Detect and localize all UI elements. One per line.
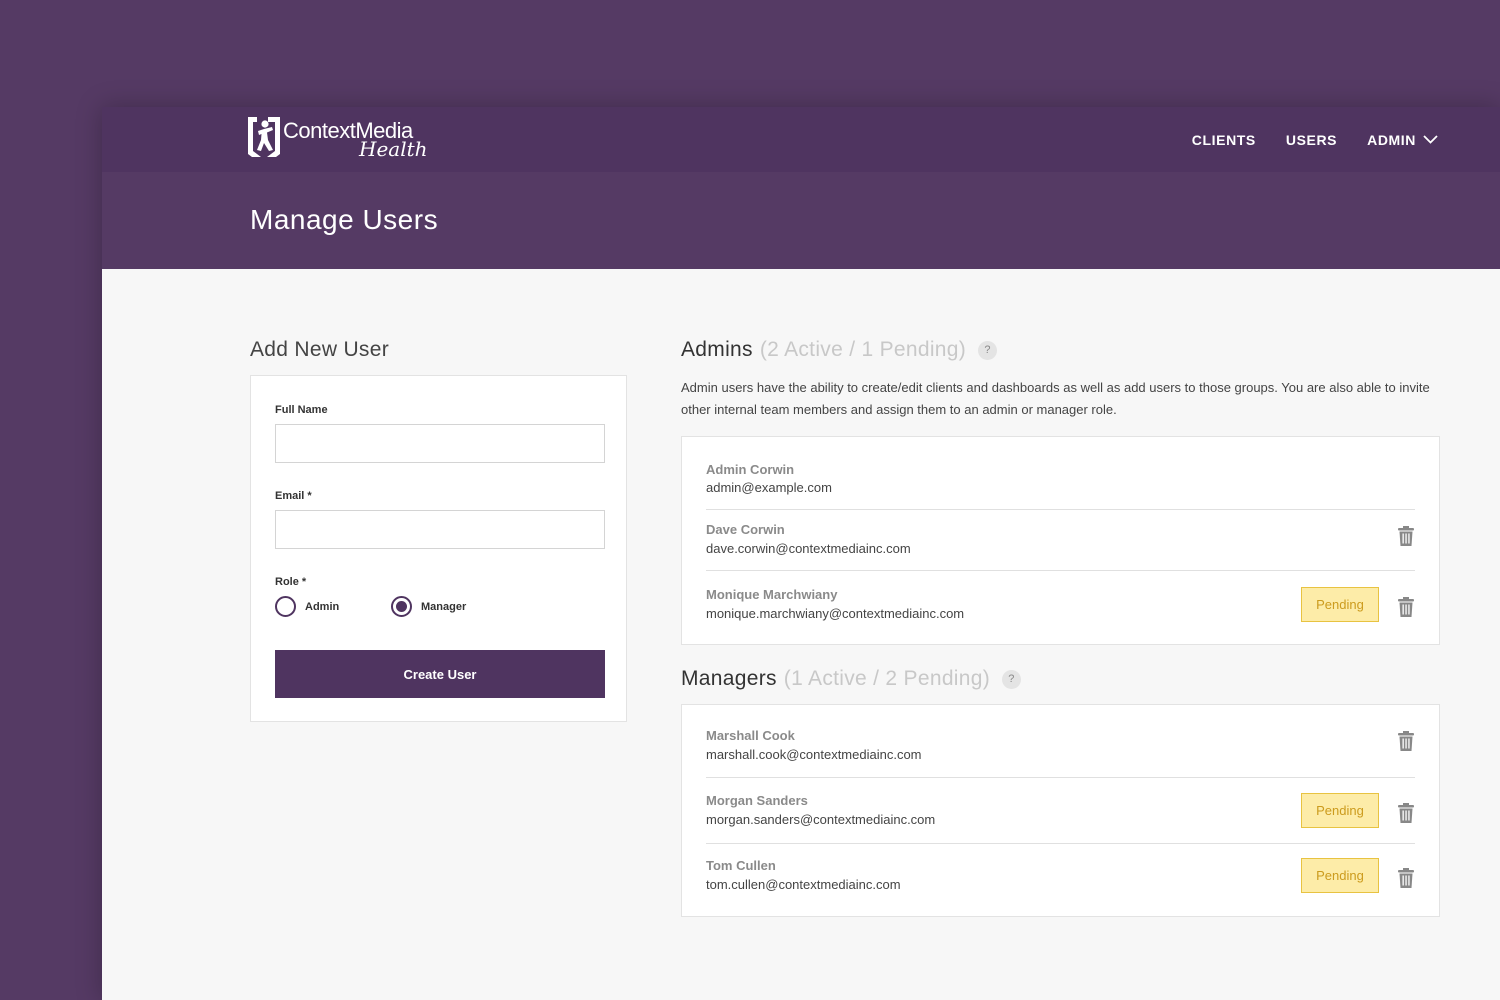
radio-checked-icon [391,596,412,617]
managers-heading: Managers (1 Active / 2 Pending) ? [681,667,1022,691]
admins-description: Admin users have the ability to create/e… [681,380,1430,417]
add-user-form: Full Name Email * Role * Admin Manager C… [250,375,627,722]
user-row: Monique Marchwiany monique.marchwiany@co… [706,571,1415,644]
user-name: Admin Corwin [706,462,795,477]
admins-heading: Admins (2 Active / 1 Pending) ? [681,338,998,362]
page-title: Manage Users [250,204,439,235]
user-row: Marshall Cook marshall.cook@contextmedia… [706,705,1415,778]
trash-icon[interactable] [1397,803,1415,823]
nav-clients[interactable]: CLIENTS [1192,132,1256,148]
user-row: Tom Cullen tom.cullen@contextmediainc.co… [706,844,1415,916]
user-email: marshall.cook@contextmediainc.com [706,747,922,762]
user-row: Morgan Sanders morgan.sanders@contextmed… [706,778,1415,844]
user-name: Marshall Cook [706,728,795,743]
top-navbar: ContextMedia Health CLIENTS USERS ADMIN [102,107,1500,172]
brand-logo[interactable]: ContextMedia Health [248,117,428,159]
nav-users[interactable]: USERS [1286,132,1337,148]
role-radio-admin[interactable]: Admin [275,596,339,617]
admins-list: Admin Corwin admin@example.com Dave Corw… [681,436,1440,645]
role-option-label: Admin [305,600,340,613]
nav-admin-dropdown[interactable]: ADMIN [1367,132,1438,148]
trash-icon[interactable] [1397,868,1415,888]
email-input[interactable] [275,510,605,549]
app-window: ContextMedia Health CLIENTS USERS ADMIN … [102,107,1500,1000]
role-label: Role * [275,576,307,588]
nav-admin-label: ADMIN [1367,131,1416,148]
email-label: Email * [275,490,312,502]
admins-title: Admins [681,338,753,361]
figure-logo-icon [248,117,280,157]
managers-title: Managers [681,667,777,690]
role-option-label: Manager [421,600,467,613]
user-email: monique.marchwiany@contextmediainc.com [706,606,965,621]
user-row: Dave Corwin dave.corwin@contextmediainc.… [706,510,1415,571]
user-name: Tom Cullen [706,858,776,873]
pending-badge: Pending [1301,858,1379,893]
help-icon[interactable]: ? [978,340,998,360]
full-name-input[interactable] [275,424,605,463]
user-name: Dave Corwin [706,522,785,537]
role-radio-manager[interactable]: Manager [391,596,466,617]
chevron-down-icon [1423,135,1438,144]
pending-badge: Pending [1301,587,1379,622]
managers-list: Marshall Cook marshall.cook@contextmedia… [681,704,1440,917]
user-name: Morgan Sanders [706,793,808,808]
add-user-heading: Add New User [250,338,389,361]
create-user-button[interactable]: Create User [275,650,605,698]
user-name: Monique Marchwiany [706,587,838,602]
admins-count: (2 Active / 1 Pending) [759,338,967,361]
pending-badge: Pending [1301,793,1379,828]
trash-icon[interactable] [1397,526,1415,546]
trash-icon[interactable] [1397,597,1415,617]
main-nav: CLIENTS USERS ADMIN [1162,107,1438,172]
trash-icon[interactable] [1397,731,1415,751]
user-email: morgan.sanders@contextmediainc.com [706,812,936,827]
user-email: dave.corwin@contextmediainc.com [706,541,911,556]
user-email: admin@example.com [706,480,832,495]
user-row: Admin Corwin admin@example.com [706,437,1415,510]
managers-count: (1 Active / 2 Pending) [783,667,991,690]
page-header: Manage Users [102,172,1500,269]
help-icon[interactable]: ? [1002,669,1022,689]
radio-unchecked-icon [275,596,296,617]
full-name-label: Full Name [275,404,328,416]
user-email: tom.cullen@contextmediainc.com [706,877,901,892]
brand-subname: Health [359,137,428,161]
